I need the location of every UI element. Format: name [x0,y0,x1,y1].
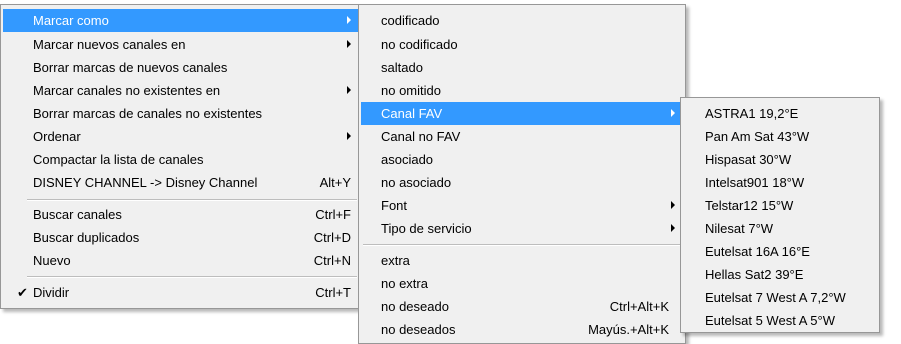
menu-item-label: codificado [381,13,440,28]
menu-item-label: Borrar marcas de nuevos canales [33,60,228,75]
menu-item-shortcut: Ctrl+T [315,285,351,300]
menu-item-saltado[interactable]: saltado [361,56,683,79]
menu-item-pan-am-sat[interactable]: Pan Am Sat 43°W [683,125,877,148]
menu-item-label: DISNEY CHANNEL -> Disney Channel [33,175,258,190]
submenu-arrow-icon [347,16,351,24]
submenu-arrow-icon [347,132,351,140]
submenu-arrow-icon [347,86,351,94]
menu-separator [363,244,681,246]
menu-item-label: Canal no FAV [381,129,461,144]
menu-item-disney-channel[interactable]: DISNEY CHANNEL -> Disney Channel Alt+Y [3,171,359,194]
menu-item-label: Dividir [33,285,70,300]
menu-item-no-extra[interactable]: no extra [361,272,683,295]
submenu-canal-fav: ASTRA1 19,2°E Pan Am Sat 43°W Hispasat 3… [680,97,880,333]
menu-item-marcar-nuevos-canales[interactable]: Marcar nuevos canales en [3,33,359,56]
menu-item-tipo-de-servicio[interactable]: Tipo de servicio [361,217,683,240]
menu-item-label: Borrar marcas de canales no existentes [33,106,263,121]
menu-item-font[interactable]: Font [361,194,683,217]
menu-item-label: saltado [381,60,423,75]
menu-item-shortcut: Ctrl+Alt+K [609,299,669,314]
menu-item-buscar-duplicados[interactable]: Buscar duplicados Ctrl+D [3,226,359,249]
menu-item-label: Canal FAV [381,106,443,121]
menu-item-borrar-marcas-nuevos[interactable]: Borrar marcas de nuevos canales [3,56,359,79]
menu-item-telstar12[interactable]: Telstar12 15°W [683,194,877,217]
menu-item-label: Eutelsat 5 West A 5°W [705,313,835,328]
menu-item-label: extra [381,253,410,268]
menu-item-label: Buscar duplicados [33,230,140,245]
menu-item-astra1[interactable]: ASTRA1 19,2°E [683,102,877,125]
menu-item-label: Hellas Sat2 39°E [705,267,804,282]
menu-item-label: no asociado [381,175,452,190]
menu-item-no-deseado[interactable]: no deseado Ctrl+Alt+K [361,295,683,318]
menu-separator [27,199,357,201]
menu-item-label: Intelsat901 18°W [705,175,805,190]
submenu-arrow-icon [671,224,675,232]
submenu-arrow-icon [347,40,351,48]
menu-item-label: Eutelsat 7 West A 7,2°W [705,290,846,305]
menu-item-no-asociado[interactable]: no asociado [361,171,683,194]
menu-item-marcar-no-existentes[interactable]: Marcar canales no existentes en [3,79,359,102]
menu-item-label: Telstar12 15°W [705,198,794,213]
menu-item-label: Hispasat 30°W [705,152,792,167]
menu-item-label: Compactar la lista de canales [33,152,204,167]
menu-item-no-codificado[interactable]: no codificado [361,33,683,56]
menu-item-shortcut: Alt+Y [319,175,351,190]
menu-item-nuevo[interactable]: Nuevo Ctrl+N [3,249,359,272]
menu-item-extra[interactable]: extra [361,249,683,272]
menu-item-label: no deseado [381,299,449,314]
menu-item-buscar-canales[interactable]: Buscar canales Ctrl+F [3,203,359,226]
menu-item-label: Marcar canales no existentes en [33,83,221,98]
menu-item-label: Nuevo [33,253,71,268]
menu-item-label: Ordenar [33,129,81,144]
menu-item-canal-fav[interactable]: Canal FAV [361,102,683,125]
menu-item-shortcut: Ctrl+F [315,207,351,222]
menu-item-no-deseados[interactable]: no deseados Mayús.+Alt+K [361,318,683,341]
menu-item-compactar[interactable]: Compactar la lista de canales [3,148,359,171]
menu-item-label: Nilesat 7°W [705,221,774,236]
menu-item-hellas-sat2[interactable]: Hellas Sat2 39°E [683,263,877,286]
menu-item-codificado[interactable]: codificado [361,9,683,32]
submenu-marcar-como: codificado no codificado saltado no omit… [358,4,686,344]
menu-item-shortcut: Mayús.+Alt+K [588,322,669,337]
menu-item-shortcut: Ctrl+N [313,253,351,268]
checkmark-icon: ✔ [17,285,28,300]
menu-item-hispasat[interactable]: Hispasat 30°W [683,148,877,171]
menu-item-label: Marcar nuevos canales en [33,37,186,52]
menu-item-label: no codificado [381,37,458,52]
menu-item-ordenar[interactable]: Ordenar [3,125,359,148]
menu-item-eutelsat-7-west-a[interactable]: Eutelsat 7 West A 7,2°W [683,286,877,309]
menu-item-eutelsat-16a[interactable]: Eutelsat 16A 16°E [683,240,877,263]
menu-item-shortcut: Ctrl+D [313,230,351,245]
menu-item-label: Pan Am Sat 43°W [705,129,810,144]
menu-item-eutelsat-5-west-a[interactable]: Eutelsat 5 West A 5°W [683,309,877,332]
menu-item-label: Buscar canales [33,207,122,222]
menu-item-label: ASTRA1 19,2°E [705,106,799,121]
menu-item-label: Font [381,198,408,213]
menu-item-no-omitido[interactable]: no omitido [361,79,683,102]
menu-item-label: Marcar como [33,13,109,28]
menu-separator [27,276,357,278]
menu-item-label: no extra [381,276,428,291]
menu-item-label: Tipo de servicio [381,221,472,236]
menu-item-label: no deseados [381,322,456,337]
menu-item-marcar-como[interactable]: Marcar como [3,9,359,32]
menu-item-borrar-marcas-no-existentes[interactable]: Borrar marcas de canales no existentes [3,102,359,125]
menu-item-nilesat[interactable]: Nilesat 7°W [683,217,877,240]
menu-item-label: Eutelsat 16A 16°E [705,244,810,259]
submenu-arrow-icon [671,109,675,117]
menu-item-intelsat901[interactable]: Intelsat901 18°W [683,171,877,194]
menu-item-asociado[interactable]: asociado [361,148,683,171]
context-menu-main: Marcar como Marcar nuevos canales en Bor… [0,4,362,309]
menu-item-canal-no-fav[interactable]: Canal no FAV [361,125,683,148]
menu-item-label: no omitido [381,83,441,98]
menu-item-label: asociado [381,152,434,167]
menu-item-dividir[interactable]: ✔ Dividir Ctrl+T [3,281,359,304]
submenu-arrow-icon [671,201,675,209]
